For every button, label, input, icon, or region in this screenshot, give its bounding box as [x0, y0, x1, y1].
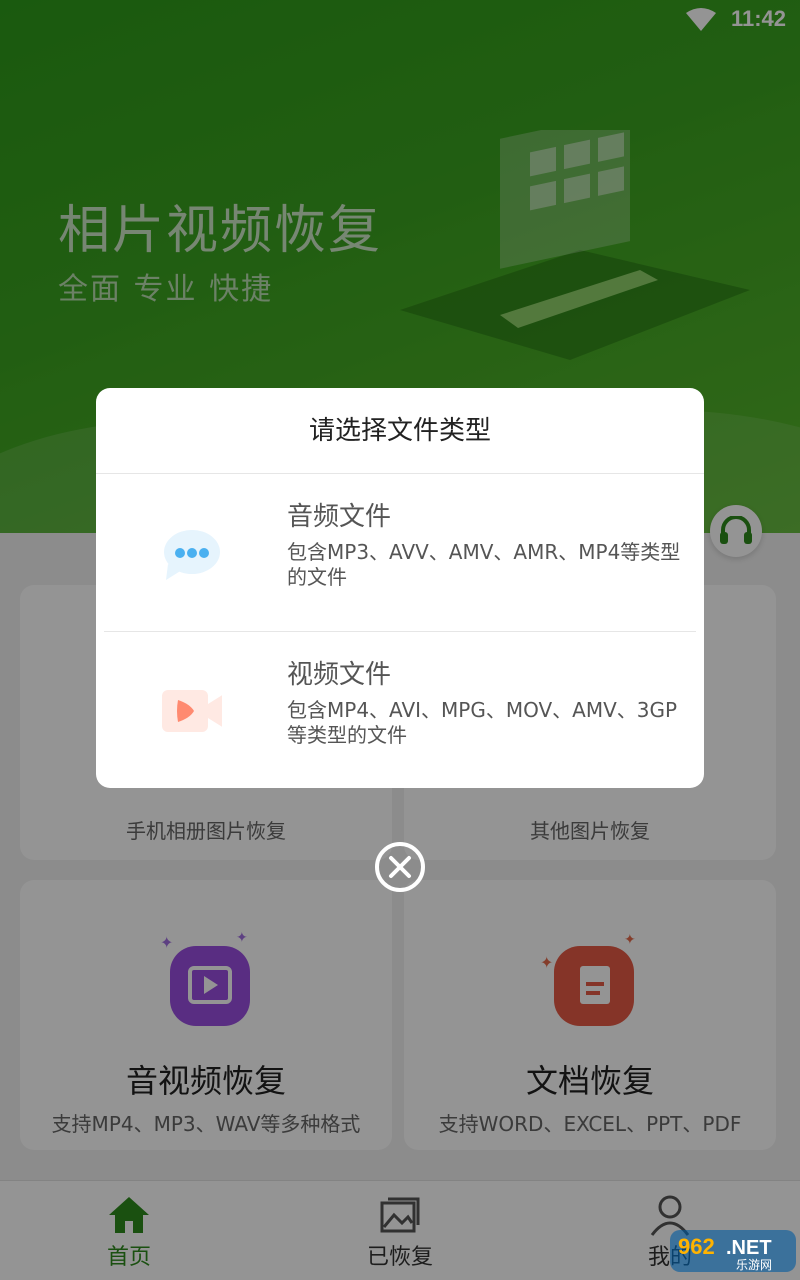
close-icon[interactable] — [373, 840, 427, 894]
option-title: 音频文件 — [287, 502, 392, 532]
watermark-logo: 962 .NET 乐游网 — [670, 1228, 796, 1274]
option-title: 视频文件 — [287, 660, 392, 690]
option-video-files[interactable]: 视频文件 包含MP4、AVI、MPG、MOV、AMV、3GP等类型的文件 — [104, 634, 696, 788]
svg-text:962: 962 — [678, 1234, 715, 1259]
svg-text:.NET: .NET — [726, 1237, 772, 1259]
chat-bubble-icon — [164, 530, 220, 580]
option-audio-files[interactable]: 音频文件 包含MP3、AVV、AMV、AMR、MP4等类型的文件 — [104, 476, 696, 632]
option-description: 包含MP4、AVI、MPG、MOV、AMV、3GP等类型的文件 — [287, 698, 678, 747]
video-camera-icon — [162, 690, 222, 732]
option-description: 包含MP3、AVV、AMV、AMR、MP4等类型的文件 — [287, 540, 681, 589]
file-type-dialog: 请选择文件类型 音频文件 包含MP3、AVV、AMV、AMR、MP4等类型的文件… — [96, 388, 704, 788]
dialog-title: 请选择文件类型 — [96, 388, 704, 474]
svg-text:乐游网: 乐游网 — [736, 1258, 772, 1272]
